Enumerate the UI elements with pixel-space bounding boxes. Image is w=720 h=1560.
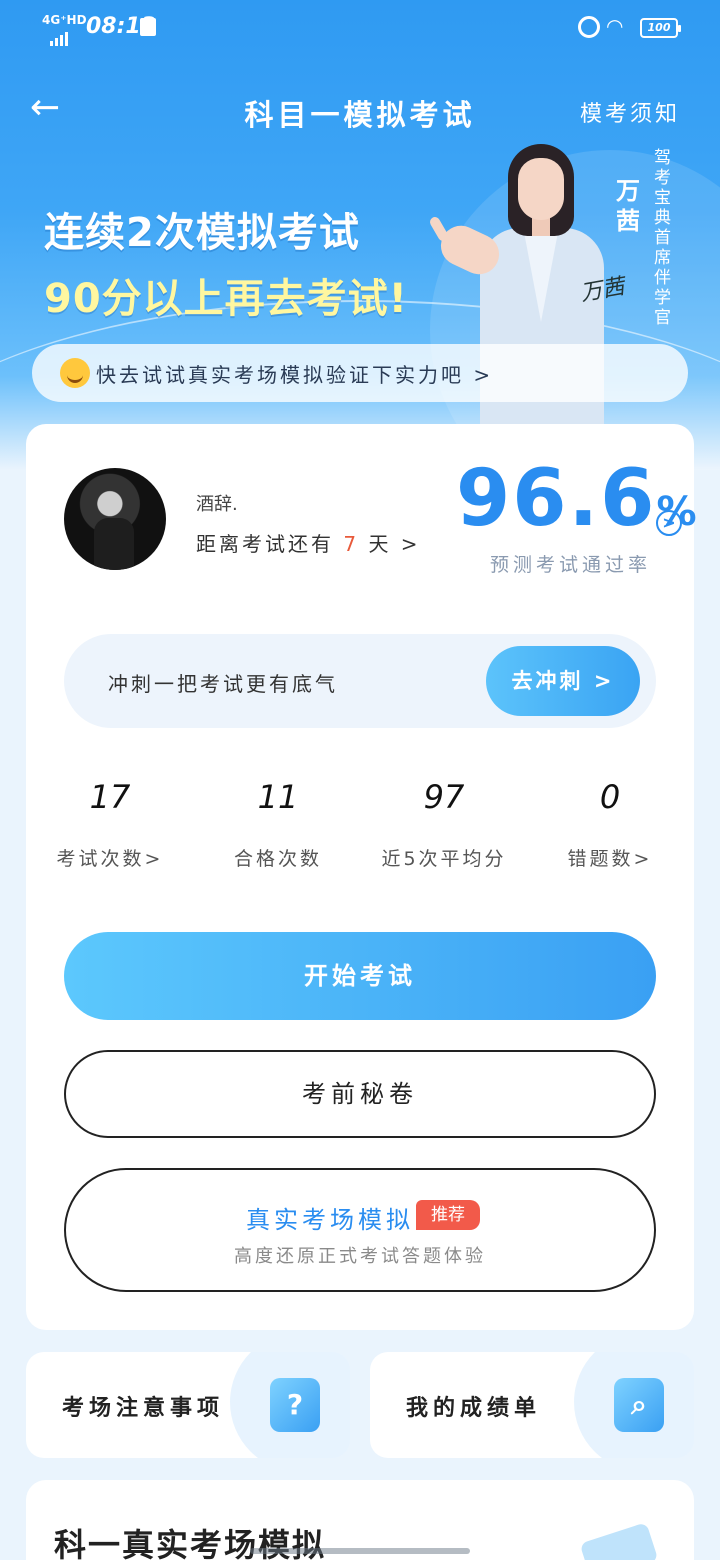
exam-notice-card[interactable]: 考场注意事项 ? [26, 1352, 350, 1458]
stat-value: 0 [599, 778, 621, 816]
signal-icon [50, 27, 70, 46]
stat-label: 合格次数 [233, 848, 322, 870]
slogan-line-2: 90分以上再去考试! [44, 276, 408, 322]
stat-exam-count[interactable]: 17 考试次数> [30, 778, 190, 871]
slogan-line-1: 连续2次模拟考试 [44, 210, 360, 256]
stat-label: 考试次数> [56, 848, 164, 870]
days-until-exam[interactable]: 距离考试还有 7 天 > [196, 528, 421, 557]
recommend-badge: 推荐 [416, 1200, 480, 1230]
stat-value: 17 [89, 778, 131, 816]
smile-emoji-icon [60, 358, 90, 388]
chevron-right-icon[interactable]: > [656, 510, 682, 536]
sprint-text: 冲刺一把考试更有底气 [108, 672, 338, 696]
home-indicator[interactable] [250, 1548, 470, 1554]
tip-text: 快去试试真实考场模拟验证下实力吧 > [96, 362, 494, 387]
instructor-title: 驾考宝典首席伴学官 [654, 148, 671, 328]
real-exam-sim-button[interactable]: 真实考场模拟 推荐 高度还原正式考试答题体验 [64, 1168, 656, 1292]
stats-row: 17 考试次数> 11 合格次数 97 近5次平均分 0 错题数> [26, 778, 694, 888]
status-bar: 4G⁺HD 08:13 ◠ 100 [0, 10, 720, 46]
stat-wrong-count[interactable]: 0 错题数> [530, 778, 690, 871]
real-exam-title: 真实考场模拟 [246, 1206, 414, 1234]
tip-bar[interactable]: 快去试试真实考场模拟验证下实力吧 > [32, 344, 688, 402]
score-report-card[interactable]: 我的成绩单 ⌕ [370, 1352, 694, 1458]
nav-bar: ← 科目一模拟考试 模考须知 [0, 86, 720, 136]
notification-check-icon [140, 18, 156, 36]
sprint-button[interactable]: 去冲刺 > [486, 646, 640, 716]
sprint-panel: 冲刺一把考试更有底气 去冲刺 > [64, 634, 656, 728]
instructor-name: 万茜 [616, 177, 640, 235]
score-report-title: 我的成绩单 [406, 1396, 542, 1421]
battery-icon: 100 [640, 18, 681, 38]
stat-value: 97 [423, 778, 465, 816]
stat-label: 近5次平均分 [381, 848, 507, 870]
stat-label: 错题数> [567, 848, 653, 870]
alarm-icon [578, 16, 600, 38]
stat-average-score: 97 近5次平均分 [364, 778, 524, 871]
main-card: 酒辞. 距离考试还有 7 天 > 96.6% > 预测考试通过率 冲刺一把考试更… [26, 424, 697, 1330]
exam-notice-link[interactable]: 模考须知 [580, 96, 680, 128]
question-icon: ? [270, 1378, 320, 1432]
section-title: 科一真实考场模拟 [54, 1526, 327, 1560]
pass-rate-label: 预测考试通过率 [490, 554, 652, 576]
search-document-icon: ⌕ [614, 1378, 664, 1432]
stat-pass-count: 11 合格次数 [198, 778, 358, 871]
paper-plane-icon [579, 1522, 659, 1560]
wifi-icon: ◠ [606, 14, 624, 38]
avatar[interactable] [64, 468, 166, 570]
start-exam-button[interactable]: 开始考试 [64, 932, 656, 1020]
exam-notice-title: 考场注意事项 [62, 1396, 225, 1421]
network-type: 4G⁺HD [42, 13, 87, 27]
hero-banner: 4G⁺HD 08:13 ◠ 100 ← 科目一模拟考试 模考须知 连续2次模拟考… [0, 0, 720, 470]
secret-paper-button[interactable]: 考前秘卷 [64, 1050, 656, 1138]
stat-value: 11 [257, 778, 299, 816]
username: 酒辞. [196, 494, 238, 515]
days-suffix: 天 > [368, 532, 421, 556]
real-exam-subtitle: 高度还原正式考试答题体验 [234, 1246, 486, 1267]
pass-rate-value: 96.6 [456, 454, 657, 544]
days-value: 7 [343, 532, 360, 556]
days-prefix: 距离考试还有 [196, 532, 334, 556]
